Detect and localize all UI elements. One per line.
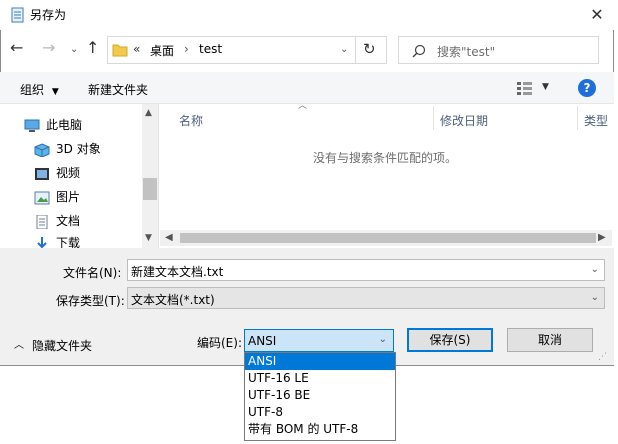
nav-item-label: 图片 xyxy=(56,190,81,204)
filetype-value: 文本文档(*.txt) xyxy=(131,293,215,307)
nav-item-label: 此电脑 xyxy=(46,118,83,132)
notepad-app-icon xyxy=(11,7,24,23)
encoding-label: 编码(E): xyxy=(197,336,242,350)
up-arrow-icon[interactable]: ↑ xyxy=(86,38,99,57)
save-button[interactable]: 保存(S) xyxy=(407,328,493,352)
organize-menu[interactable]: 组织 ▼ xyxy=(20,81,59,98)
encoding-dropdown-icon[interactable]: ⌄ xyxy=(379,334,387,345)
nav-item-3d-objects[interactable]: 3D 对象 xyxy=(34,138,101,160)
new-folder-button[interactable]: 新建文件夹 xyxy=(88,81,148,98)
encoding-option-ansi[interactable]: ANSI xyxy=(245,353,395,370)
filetype-select[interactable]: 文本文档(*.txt) ⌄ xyxy=(127,287,605,309)
list-scroll-thumb[interactable] xyxy=(180,233,596,243)
resize-grip-icon[interactable]: ⋰ xyxy=(598,352,607,362)
file-list xyxy=(158,104,614,248)
column-header-modified[interactable]: 修改日期 xyxy=(440,112,488,129)
nav-item-label: 视频 xyxy=(56,166,81,180)
encoding-select[interactable]: ANSI ⌄ xyxy=(244,329,394,352)
organize-dropdown-icon: ▼ xyxy=(51,87,59,97)
filetype-dropdown-icon[interactable]: ⌄ xyxy=(591,292,599,303)
download-icon xyxy=(37,236,47,248)
encoding-dropdown-list: ANSI UTF-16 LE UTF-16 BE UTF-8 带有 BOM 的 … xyxy=(244,352,396,441)
sort-ascending-icon: ︿ xyxy=(298,101,308,111)
scroll-up-icon[interactable]: ▲ xyxy=(145,108,152,118)
address-history-chevron-icon[interactable]: ⌄ xyxy=(340,44,348,55)
folder-icon xyxy=(112,44,128,57)
forward-arrow-icon[interactable]: → xyxy=(42,38,55,57)
breadcrumb-test[interactable]: test xyxy=(199,42,222,56)
collapse-chevron-icon[interactable]: ︿ xyxy=(14,336,24,351)
view-dropdown-icon[interactable]: ▼ xyxy=(542,82,549,92)
search-icon xyxy=(412,44,426,58)
breadcrumb-overflow[interactable]: « xyxy=(133,42,140,56)
nav-item-downloads[interactable]: 下载 xyxy=(34,232,80,248)
scroll-left-icon[interactable]: ◀ xyxy=(165,232,173,243)
picture-icon xyxy=(34,191,50,204)
encoding-option-utf16le[interactable]: UTF-16 LE xyxy=(245,370,395,387)
search-box[interactable] xyxy=(398,36,599,64)
filename-dropdown-icon[interactable]: ⌄ xyxy=(591,264,599,275)
filename-label: 文件名(N): xyxy=(63,266,122,280)
nav-item-this-pc[interactable]: 此电脑 xyxy=(24,114,82,136)
encoding-option-utf16be[interactable]: UTF-16 BE xyxy=(245,387,395,404)
nav-item-pictures[interactable]: 图片 xyxy=(34,186,80,208)
cube-icon xyxy=(34,142,50,157)
empty-message: 没有与搜索条件匹配的项。 xyxy=(313,151,458,165)
window-title: 另存为 xyxy=(30,8,67,22)
filename-input[interactable]: 新建文本文档.txt ⌄ xyxy=(127,259,605,281)
help-icon[interactable]: ? xyxy=(578,79,596,97)
breadcrumb-desktop[interactable]: 桌面 xyxy=(150,42,174,59)
nav-vertical-scrollbar[interactable] xyxy=(142,104,158,248)
title-bar xyxy=(0,0,614,30)
column-divider[interactable] xyxy=(577,106,578,130)
cancel-button[interactable]: 取消 xyxy=(507,328,593,352)
encoding-option-utf8-bom[interactable]: 带有 BOM 的 UTF-8 xyxy=(245,421,395,438)
column-divider[interactable] xyxy=(433,106,434,130)
view-options-icon[interactable] xyxy=(516,81,534,95)
organize-label: 组织 xyxy=(20,83,45,97)
column-header-name[interactable]: 名称 xyxy=(179,112,203,129)
column-header-type[interactable]: 类型 xyxy=(584,112,612,129)
hide-folders-toggle[interactable]: 隐藏文件夹 xyxy=(32,337,92,354)
computer-icon xyxy=(24,119,40,132)
recent-locations-chevron-icon[interactable]: ⌄ xyxy=(70,44,78,55)
scroll-down-icon[interactable]: ▼ xyxy=(145,233,152,243)
nav-item-label: 文档 xyxy=(56,214,81,228)
encoding-option-utf8[interactable]: UTF-8 xyxy=(245,404,395,421)
filetype-label: 保存类型(T): xyxy=(56,294,125,308)
search-placeholder: 搜索"test" xyxy=(437,45,496,59)
scroll-right-icon[interactable]: ▶ xyxy=(598,232,606,243)
refresh-icon: ↻ xyxy=(363,40,376,58)
nav-item-label: 3D 对象 xyxy=(56,142,101,156)
nav-item-videos[interactable]: 视频 xyxy=(34,162,80,184)
nav-scroll-thumb[interactable] xyxy=(143,178,157,200)
video-icon xyxy=(35,167,49,180)
nav-item-label: 下载 xyxy=(56,236,81,248)
filename-value: 新建文本文档.txt xyxy=(131,265,224,279)
breadcrumb-separator-icon: › xyxy=(184,42,189,56)
back-arrow-icon[interactable]: ← xyxy=(10,38,23,57)
nav-item-documents[interactable]: 文档 xyxy=(34,210,80,232)
encoding-value: ANSI xyxy=(248,334,277,348)
close-icon[interactable]: ✕ xyxy=(584,2,610,28)
document-icon xyxy=(36,214,48,229)
